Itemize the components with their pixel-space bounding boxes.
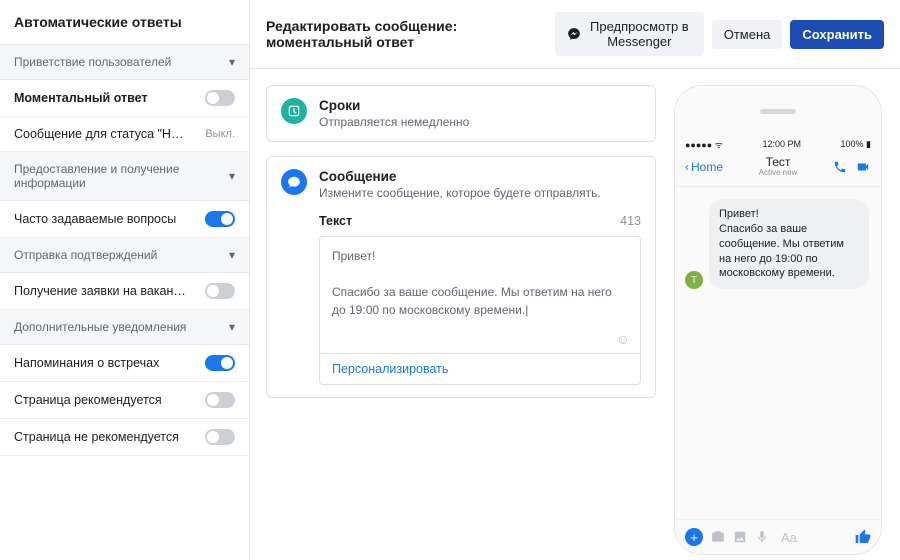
section-label: Отправка подтверждений — [14, 248, 157, 262]
toggle-rec-yes[interactable] — [205, 392, 235, 408]
preview-button[interactable]: Предпросмотр в Messenger — [555, 12, 704, 56]
thumbs-up-icon[interactable] — [855, 529, 871, 545]
cancel-button[interactable]: Отмена — [712, 20, 783, 49]
message-text[interactable]: Привет! Спасибо за ваше сообщение. Мы от… — [320, 237, 640, 329]
toggle-instant[interactable] — [205, 90, 235, 106]
sidebar-item-rec-no[interactable]: Страница не рекомендуется — [0, 419, 249, 456]
video-call-icon[interactable] — [855, 160, 871, 174]
sidebar-item-label: Страница не рекомендуется — [14, 430, 179, 444]
chevron-down-icon: ▾ — [229, 169, 235, 183]
speaker-icon — [760, 109, 796, 114]
text-label: Текст — [319, 214, 352, 228]
chevron-down-icon: ▾ — [229, 55, 235, 69]
topbar: Редактировать сообщение: моментальный от… — [250, 0, 900, 69]
sidebar-item-faq[interactable]: Часто задаваемые вопросы — [0, 201, 249, 238]
sidebar-item-away[interactable]: Сообщение для статуса "Нет на ме... Выкл… — [0, 117, 249, 152]
sidebar-section-notify[interactable]: Дополнительные уведомления ▾ — [0, 310, 249, 345]
messenger-icon — [567, 27, 581, 41]
main-panel: Редактировать сообщение: моментальный от… — [250, 0, 900, 560]
personalize-button[interactable]: Персонализировать — [320, 353, 640, 384]
sidebar-item-remind[interactable]: Напоминания о встречах — [0, 345, 249, 382]
toggle-job[interactable] — [205, 283, 235, 299]
status-off: Выкл. — [205, 128, 235, 140]
page-title: Редактировать сообщение: моментальный от… — [266, 18, 555, 50]
mic-icon[interactable] — [755, 530, 769, 544]
message-title: Сообщение — [319, 169, 601, 184]
chat-body: T Привет! Спасибо за ваше сообщение. Мы … — [675, 187, 881, 519]
back-button[interactable]: ‹ Home — [685, 160, 723, 174]
message-card: Сообщение Измените сообщение, которое бу… — [266, 156, 656, 398]
sidebar-item-label: Получение заявки на вакансию — [14, 284, 189, 298]
phone-frame: ●●●●● ⁠ᯤ 12:00 PM 100% ▮ ‹ Home Тест Act… — [674, 85, 882, 555]
chat-icon — [281, 169, 307, 195]
avatar: T — [685, 271, 703, 289]
section-label: Предоставление и получение информации — [14, 162, 229, 190]
char-count: 413 — [620, 214, 641, 228]
signal-icon: ●●●●● ⁠ᯤ — [685, 138, 723, 151]
plus-icon[interactable]: + — [685, 528, 703, 546]
timing-card: Сроки Отправляется немедленно — [266, 85, 656, 142]
camera-icon[interactable] — [711, 530, 725, 544]
section-label: Дополнительные уведомления — [14, 320, 186, 334]
chat-bubble: Привет! Спасибо за ваше сообщение. Мы от… — [709, 199, 869, 289]
chevron-left-icon: ‹ — [685, 160, 689, 174]
sidebar-item-label: Страница рекомендуется — [14, 393, 162, 407]
sidebar-title: Автоматические ответы — [0, 0, 249, 45]
toggle-faq[interactable] — [205, 211, 235, 227]
section-label: Приветствие пользователей — [14, 55, 171, 69]
sidebar-item-label: Часто задаваемые вопросы — [14, 212, 176, 226]
chevron-down-icon: ▾ — [229, 248, 235, 262]
message-sub: Измените сообщение, которое будете отпра… — [319, 186, 601, 200]
sidebar-item-job[interactable]: Получение заявки на вакансию — [0, 273, 249, 310]
battery-icon: 100% ▮ — [841, 139, 871, 150]
input-placeholder[interactable]: Aa — [777, 530, 847, 545]
sidebar-section-info[interactable]: Предоставление и получение информации ▾ — [0, 152, 249, 201]
sidebar-section-confirm[interactable]: Отправка подтверждений ▾ — [0, 238, 249, 273]
phone-preview: ●●●●● ⁠ᯤ 12:00 PM 100% ▮ ‹ Home Тест Act… — [672, 85, 884, 544]
back-label: Home — [691, 160, 723, 174]
sidebar-item-label: Напоминания о встречах — [14, 356, 159, 370]
message-textarea[interactable]: Привет! Спасибо за ваше сообщение. Мы от… — [319, 236, 641, 385]
timing-title: Сроки — [319, 98, 469, 113]
phone-header: ‹ Home Тест Active now — [675, 152, 881, 187]
toggle-remind[interactable] — [205, 355, 235, 371]
sidebar-item-instant[interactable]: Моментальный ответ — [0, 80, 249, 117]
status-time: 12:00 PM — [762, 139, 801, 149]
preview-label: Предпросмотр в Messenger — [587, 19, 692, 49]
clock-icon — [281, 98, 307, 124]
phone-notch — [675, 86, 881, 136]
phone-call-icon[interactable] — [833, 160, 847, 174]
sidebar-item-rec-yes[interactable]: Страница рекомендуется — [0, 382, 249, 419]
chevron-down-icon: ▾ — [229, 320, 235, 334]
sidebar: Автоматические ответы Приветствие пользо… — [0, 0, 250, 560]
sidebar-item-label: Моментальный ответ — [14, 91, 148, 105]
phone-input-bar: + Aa — [675, 519, 881, 554]
sidebar-section-greeting[interactable]: Приветствие пользователей ▾ — [0, 45, 249, 80]
picture-icon[interactable] — [733, 530, 747, 544]
contact-status: Active now — [759, 169, 798, 178]
phone-statusbar: ●●●●● ⁠ᯤ 12:00 PM 100% ▮ — [675, 136, 881, 152]
save-button[interactable]: Сохранить — [790, 20, 884, 49]
sidebar-item-label: Сообщение для статуса "Нет на ме... — [14, 127, 189, 141]
emoji-icon[interactable]: ☺ — [616, 331, 630, 347]
editor: Сроки Отправляется немедленно Сообщение … — [266, 85, 656, 544]
toggle-rec-no[interactable] — [205, 429, 235, 445]
timing-sub: Отправляется немедленно — [319, 115, 469, 129]
